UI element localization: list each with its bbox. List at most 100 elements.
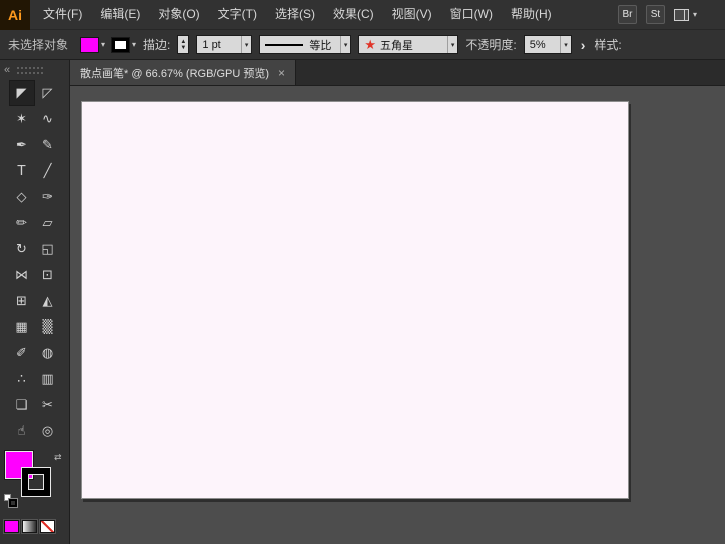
stroke-color-picker[interactable]: ▾ [111, 36, 137, 53]
type-tool[interactable]: T [9, 158, 35, 184]
paintbrush-tool[interactable]: ✑ [35, 184, 61, 210]
stock-button[interactable]: St [645, 5, 665, 24]
free-transform-tool[interactable]: ⊡ [35, 262, 61, 288]
menu-item-9[interactable]: 帮助(H) [502, 0, 561, 29]
scale-tool-icon: ◱ [41, 241, 54, 257]
rotate-tool[interactable]: ↻ [9, 236, 35, 262]
hand-tool[interactable]: ☝ [9, 418, 35, 444]
column-graph-tool-icon: ▥ [41, 371, 54, 387]
tools-panel: « ◤ ◸ ✶ ∿ ✒ ✎ T ╱ ◇ ✑ ✏ ▱ ↻ ◱ ⋈ ⊡ ⊞ ◭ ▦ ▒ ✐ ◍ ∴ ▥ ❏ ✂ ☝ ◎ ⇄ [0, 60, 70, 544]
fill-color-picker[interactable]: ▾ [80, 36, 105, 53]
document-tab[interactable]: 散点画笔* @ 66.67% (RGB/GPU 预览) × [70, 60, 297, 85]
menu-item-7[interactable]: 视图(V) [383, 0, 441, 29]
menu-item-2[interactable]: 编辑(E) [91, 0, 149, 29]
menubar-right: Br St ▾ [617, 5, 725, 24]
close-icon[interactable]: × [278, 67, 285, 79]
width-tool-icon: ⋈ [15, 267, 28, 283]
hand-tool-icon: ☝ [17, 423, 26, 439]
star-brush-icon: ★ [364, 37, 377, 52]
menu-item-6[interactable]: 效果(C) [324, 0, 383, 29]
free-transform-tool-icon: ⊡ [42, 267, 53, 283]
style-label: 样式: [594, 38, 622, 52]
lasso-tool[interactable]: ∿ [35, 106, 61, 132]
gradient-tool[interactable]: ▒ [35, 314, 61, 340]
chevron-down-icon: ▾ [560, 36, 571, 53]
polygon-shape-tool[interactable]: ◇ [9, 184, 35, 210]
menu-item-3[interactable]: 对象(O) [149, 0, 208, 29]
artboard-tool[interactable]: ❏ [9, 392, 35, 418]
eyedropper-tool[interactable]: ✐ [9, 340, 35, 366]
column-graph-tool[interactable]: ▥ [35, 366, 61, 392]
direct-selection-tool-icon: ◸ [42, 85, 53, 101]
line-segment-tool[interactable]: ╱ [35, 158, 61, 184]
scale-tool[interactable]: ◱ [35, 236, 61, 262]
eyedropper-tool-icon: ✐ [16, 345, 27, 361]
magic-wand-tool[interactable]: ✶ [9, 106, 35, 132]
tools-panel-header: « [0, 60, 69, 80]
menu-bar: Ai 文件(F) 编辑(E) 对象(O) 文字(T) 选择(S) 效果(C) 视图(V) 窗口… [0, 0, 725, 30]
main-area: « ◤ ◸ ✶ ∿ ✒ ✎ T ╱ ◇ ✑ ✏ ▱ ↻ ◱ ⋈ ⊡ ⊞ ◭ ▦ ▒ ✐ ◍ ∴ ▥ ❏ ✂ ☝ ◎ ⇄ 散点画笔* @… [0, 60, 725, 544]
menu-items: 文件(F) 编辑(E) 对象(O) 文字(T) 选择(S) 效果(C) 视图(V) 窗口(W)… [34, 0, 561, 29]
stroke-color-swatch[interactable] [21, 467, 51, 497]
selection-tool-icon: ◤ [16, 85, 27, 101]
none-mode-button[interactable] [39, 519, 56, 534]
menu-item-8[interactable]: 窗口(W) [441, 0, 502, 29]
default-colors-icon[interactable] [4, 494, 18, 508]
document-area: 散点画笔* @ 66.67% (RGB/GPU 预览) × [70, 60, 725, 544]
width-profile-combo[interactable]: 等比 ▾ [259, 35, 352, 54]
opacity-options-chevron[interactable]: › [579, 37, 588, 53]
magic-wand-tool-icon: ✶ [16, 111, 27, 127]
panel-grip-handle[interactable] [17, 66, 44, 74]
workspace-switcher[interactable]: ▾ [673, 8, 697, 21]
eraser-tool[interactable]: ▱ [35, 210, 61, 236]
stepper-down-icon[interactable]: ▼ [180, 45, 186, 51]
menu-item-5[interactable]: 选择(S) [266, 0, 324, 29]
direct-selection-tool[interactable]: ◸ [35, 80, 61, 106]
mesh-tool-icon: ▦ [15, 319, 28, 335]
bridge-button[interactable]: Br [617, 5, 637, 24]
paintbrush-tool-icon: ✑ [42, 189, 53, 205]
shape-builder-tool[interactable]: ⊞ [9, 288, 35, 314]
blend-tool[interactable]: ◍ [35, 340, 61, 366]
menu-item-4[interactable]: 文字(T) [209, 0, 266, 29]
tool-grid: ◤ ◸ ✶ ∿ ✒ ✎ T ╱ ◇ ✑ ✏ ▱ ↻ ◱ ⋈ ⊡ ⊞ ◭ ▦ ▒ ✐ ◍ ∴ ▥ ❏ ✂ ☝ ◎ [0, 80, 69, 444]
control-bar: 未选择对象 ▾ ▾ 描边: ▲ ▼ 1 pt ▾ 等比 ▾ ★ 五角星 ▾ 不透… [0, 30, 725, 60]
swap-colors-icon[interactable]: ⇄ [54, 452, 62, 463]
brush-definition-combo[interactable]: ★ 五角星 ▾ [358, 35, 459, 54]
gradient-mode-button[interactable] [21, 519, 38, 534]
mesh-tool[interactable]: ▦ [9, 314, 35, 340]
curvature-tool[interactable]: ✎ [35, 132, 61, 158]
chevron-down-icon: ▾ [132, 40, 137, 49]
stroke-width-value: 1 pt [202, 38, 221, 51]
color-mode-button[interactable] [3, 519, 20, 534]
opacity-combo[interactable]: 5% ▾ [523, 35, 572, 54]
line-segment-tool-icon: ╱ [43, 163, 52, 179]
pasteboard[interactable] [70, 86, 725, 544]
chevron-down-icon: ▾ [339, 36, 351, 53]
menu-item-1[interactable]: 文件(F) [34, 0, 91, 29]
shaper-tool[interactable]: ✏ [9, 210, 35, 236]
selection-tool[interactable]: ◤ [8, 80, 35, 106]
artboard[interactable] [81, 101, 629, 499]
app-logo[interactable]: Ai [0, 0, 30, 30]
stroke-width-stepper[interactable]: ▲ ▼ [177, 35, 190, 54]
symbol-sprayer-tool[interactable]: ∴ [9, 366, 35, 392]
symbol-sprayer-tool-icon: ∴ [17, 371, 26, 387]
width-tool[interactable]: ⋈ [9, 262, 35, 288]
shaper-tool-icon: ✏ [16, 215, 27, 231]
polygon-shape-tool-icon: ◇ [16, 189, 27, 205]
zoom-tool-icon: ◎ [41, 423, 54, 439]
perspective-grid-tool[interactable]: ◭ [35, 288, 61, 314]
fill-color-swatch-small [80, 36, 100, 53]
opacity-label: 不透明度: [465, 38, 517, 52]
pen-tool[interactable]: ✒ [9, 132, 35, 158]
collapse-panel-icon[interactable]: « [4, 64, 10, 76]
fill-stroke-controls: ⇄ [0, 450, 69, 512]
stroke-width-combo[interactable]: 1 pt ▾ [196, 35, 253, 54]
slice-tool[interactable]: ✂ [35, 392, 61, 418]
stroke-profile-line [265, 43, 304, 46]
width-profile-value: 等比 [309, 39, 332, 52]
blend-tool-icon: ◍ [41, 345, 54, 361]
zoom-tool[interactable]: ◎ [35, 418, 61, 444]
chevron-down-icon: ▾ [692, 10, 697, 19]
